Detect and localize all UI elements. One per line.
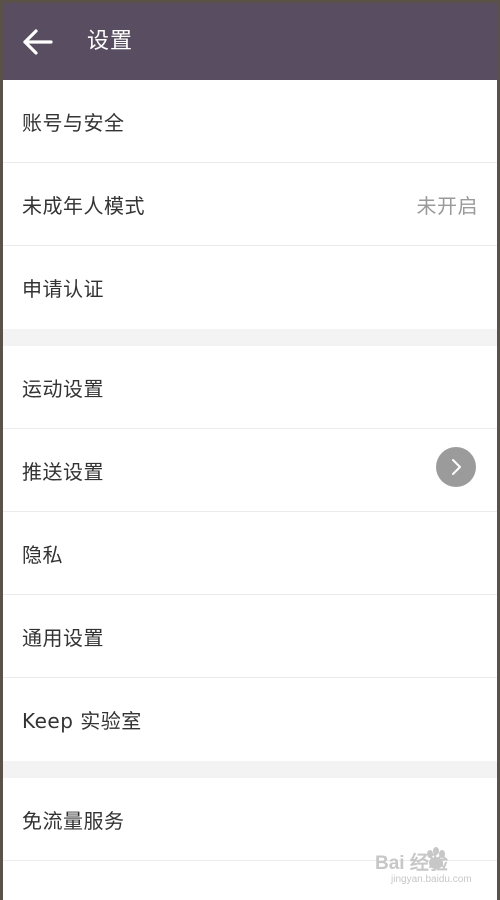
group-divider bbox=[3, 761, 497, 778]
setting-row-keep-lab[interactable]: Keep 实验室 bbox=[3, 678, 497, 761]
setting-label: Keep 实验室 bbox=[22, 709, 142, 733]
setting-label: 申请认证 bbox=[22, 277, 104, 301]
setting-row-privacy[interactable]: 隐私 bbox=[3, 512, 497, 595]
setting-row-push-settings[interactable]: 推送设置 bbox=[3, 429, 497, 512]
group-divider bbox=[3, 329, 497, 346]
back-arrow-icon[interactable] bbox=[21, 27, 55, 57]
setting-label: 账号与安全 bbox=[22, 110, 125, 135]
setting-label: 免流量服务 bbox=[22, 808, 125, 833]
setting-row-general-settings[interactable]: 通用设置 bbox=[3, 595, 497, 678]
chevron-right-icon bbox=[452, 459, 461, 475]
setting-label: 通用设置 bbox=[22, 625, 104, 650]
setting-value: 未开启 bbox=[416, 193, 478, 218]
setting-row-account-security[interactable]: 账号与安全 bbox=[3, 80, 497, 163]
watermark-url-text: jingyan.baidu.com bbox=[391, 874, 472, 885]
settings-group-general: 运动设置 推送设置 隐私 通用设置 Keep 实验室 bbox=[3, 346, 497, 761]
floating-chevron-button[interactable] bbox=[436, 447, 476, 487]
settings-group-account: 账号与安全 未成年人模式 未开启 申请认证 bbox=[3, 80, 497, 329]
setting-row-apply-verification[interactable]: 申请认证 bbox=[3, 246, 497, 329]
page-title: 设置 bbox=[87, 29, 134, 54]
setting-label: 运动设置 bbox=[22, 376, 104, 401]
baidu-jingyan-watermark: Bai 经验 jingyan.baidu.com bbox=[375, 847, 495, 893]
setting-label: 隐私 bbox=[22, 542, 63, 567]
top-bar: 设置 bbox=[3, 3, 497, 80]
settings-screen: 设置 账号与安全 未成年人模式 未开启 申请认证 运动设置 推送设置 隐私 通用… bbox=[3, 3, 497, 900]
setting-row-sport-settings[interactable]: 运动设置 bbox=[3, 346, 497, 429]
setting-label: 未成年人模式 bbox=[22, 193, 145, 218]
setting-row-minor-mode[interactable]: 未成年人模式 未开启 bbox=[3, 163, 497, 246]
paw-icon bbox=[427, 847, 445, 869]
setting-label: 推送设置 bbox=[22, 459, 104, 484]
settings-list: 账号与安全 未成年人模式 未开启 申请认证 运动设置 推送设置 隐私 通用设置 bbox=[3, 80, 497, 861]
